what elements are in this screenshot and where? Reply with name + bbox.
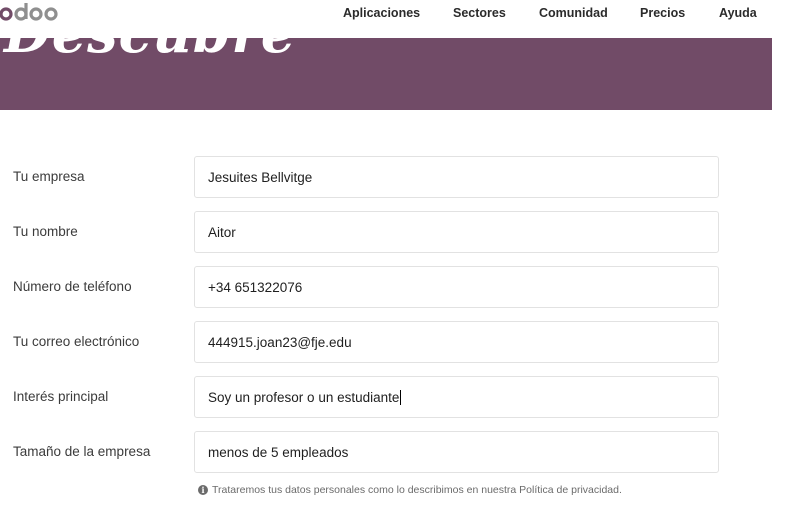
privacy-notice: i Trataremos tus datos personales como l… [198,484,622,496]
interest-row: Interés principal Soy un profesor o un e… [0,376,785,418]
phone-row: Número de teléfono +34 651322076 [0,266,785,308]
interest-field[interactable]: Soy un profesor o un estudiante [194,376,719,418]
phone-field[interactable]: +34 651322076 [194,266,719,308]
hero-script-heading: Descubre [4,38,296,65]
interest-value: Soy un profesor o un estudiante [208,389,400,405]
name-row: Tu nombre Aitor [0,211,785,253]
company-label: Tu empresa [13,169,85,184]
company-row: Tu empresa Jesuites Bellvitge [0,156,785,198]
nav-sectores-link[interactable]: Sectores [453,6,506,20]
phone-label: Número de teléfono [13,279,132,294]
text-cursor [400,389,402,405]
interest-label: Interés principal [13,389,109,404]
email-field[interactable]: 444915.joan23@fje.edu [194,321,719,363]
nav-comunidad-link[interactable]: Comunidad [539,6,608,20]
privacy-notice-text: Trataremos tus datos personales como lo … [212,484,622,496]
company-size-field[interactable]: menos de 5 empleados [194,431,719,473]
odoo-logo-mark [0,3,58,21]
company-size-label: Tamaño de la empresa [13,444,151,459]
nav-ayuda-link[interactable]: Ayuda [719,6,757,20]
email-label: Tu correo electrónico [13,334,140,349]
info-icon: i [198,485,208,495]
hero-banner: Descubre [0,38,772,110]
nav-aplicaciones-link[interactable]: Aplicaciones [343,6,420,20]
name-label: Tu nombre [13,224,78,239]
name-field[interactable]: Aitor [194,211,719,253]
odoo-logo[interactable] [0,1,72,27]
email-row: Tu correo electrónico 444915.joan23@fje.… [0,321,785,363]
top-navigation-bar: Aplicaciones Sectores Comunidad Precios … [0,0,785,38]
company-field[interactable]: Jesuites Bellvitge [194,156,719,198]
nav-precios-link[interactable]: Precios [640,6,685,20]
company-size-row: Tamaño de la empresa menos de 5 empleado… [0,431,785,473]
